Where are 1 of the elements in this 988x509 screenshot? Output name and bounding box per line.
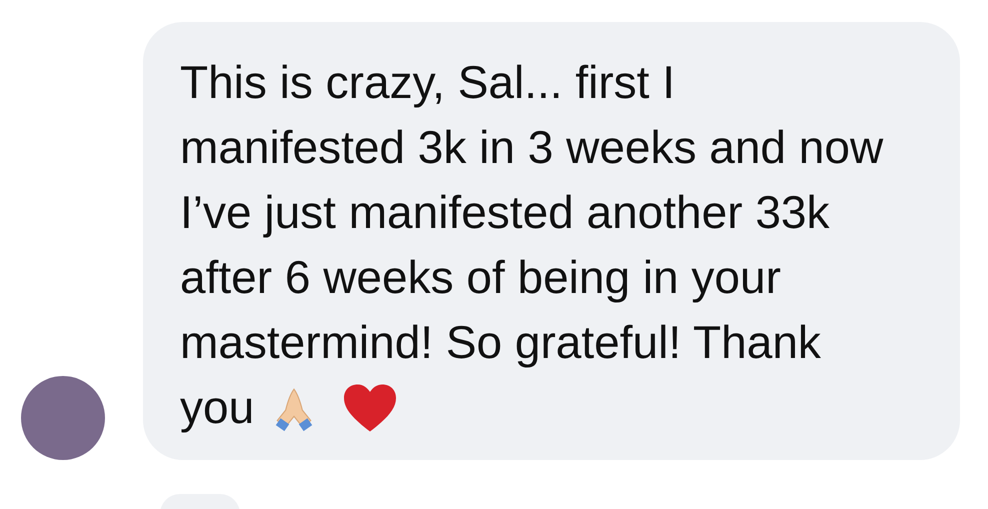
message-text: you — [180, 380, 254, 435]
